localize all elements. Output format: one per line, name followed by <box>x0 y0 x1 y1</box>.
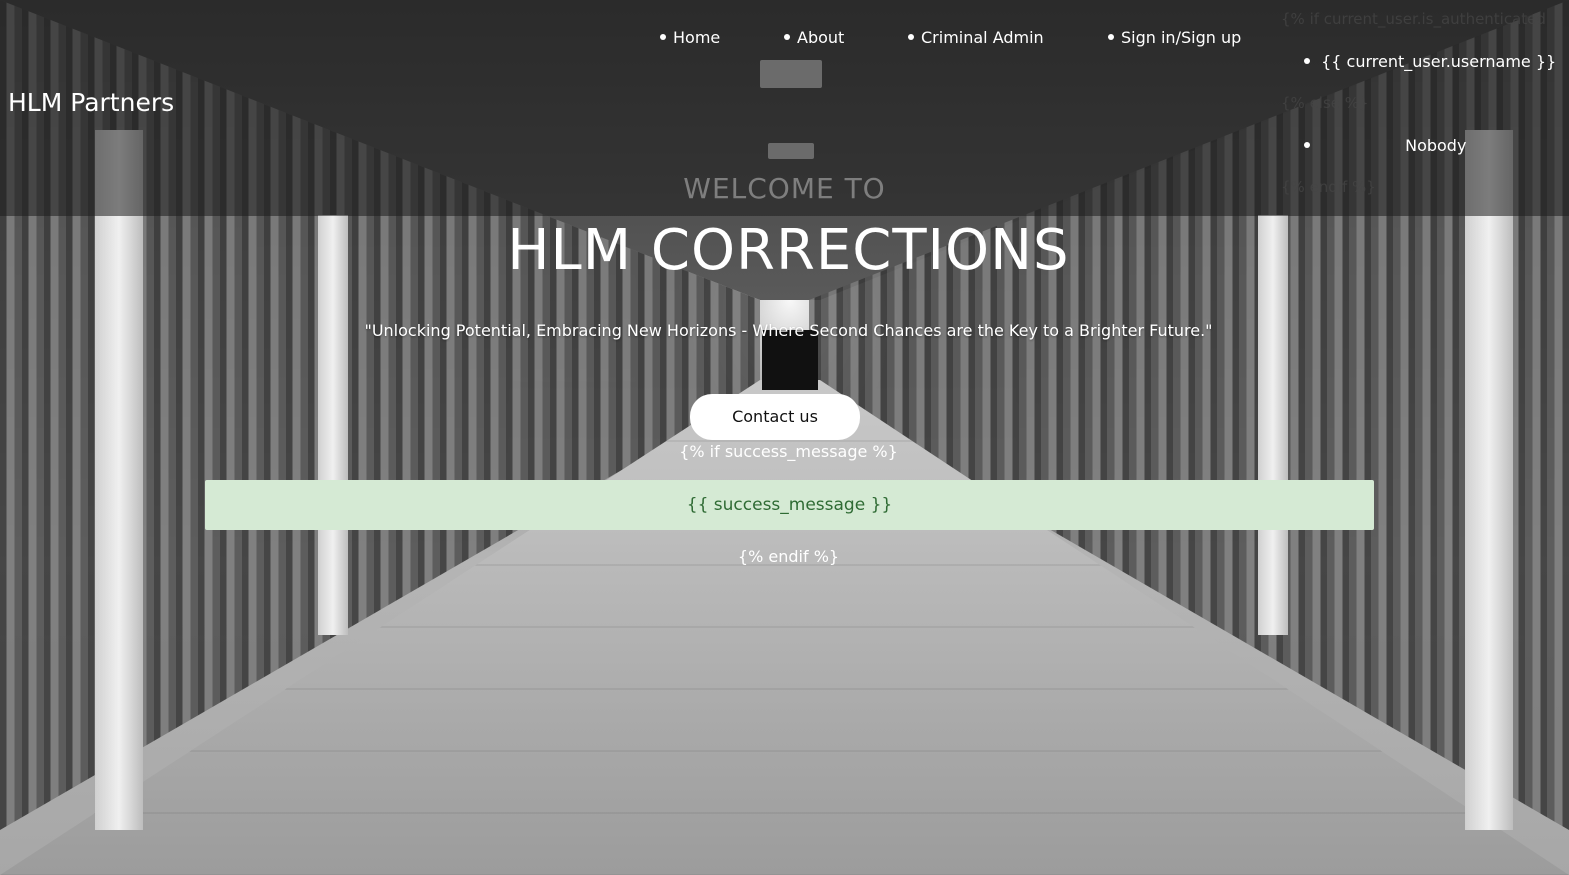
current-username[interactable]: {{ current_user.username }} <box>1304 52 1556 71</box>
nav-sign-in-label: Sign in/Sign up <box>1121 28 1242 47</box>
nobody-label: Nobody <box>1405 136 1467 155</box>
success-message-alert: {{ success_message }} <box>205 480 1374 530</box>
nav-about-label: About <box>797 28 845 47</box>
main-nav: Home About Criminal Admin Sign in/Sign u… <box>0 28 1569 52</box>
nav-criminal-admin-label: Criminal Admin <box>921 28 1044 47</box>
template-if-success: {% if success_message %} <box>679 442 898 461</box>
contact-us-button[interactable]: Contact us <box>690 394 860 440</box>
nav-about[interactable]: About <box>784 28 844 47</box>
bullet-icon <box>1304 57 1310 64</box>
nav-home[interactable]: Home <box>660 28 720 47</box>
bullet-icon <box>908 33 914 40</box>
brand-logo-text[interactable]: HLM Partners <box>8 88 174 117</box>
bullet-icon <box>1304 141 1310 148</box>
nav-sign-in[interactable]: Sign in/Sign up <box>1108 28 1241 47</box>
current-username-label: {{ current_user.username }} <box>1321 52 1557 71</box>
template-else: {% else %} <box>1281 94 1369 112</box>
bullet-icon <box>660 33 666 40</box>
template-if-authenticated: {% if current_user.is_authenticated <box>1281 10 1546 28</box>
hero-title: HLM CORRECTIONS <box>507 218 1070 283</box>
welcome-heading: WELCOME TO <box>683 172 886 205</box>
template-endif-success: {% endif %} <box>737 547 840 566</box>
bullet-icon <box>784 33 790 40</box>
hero-tagline: "Unlocking Potential, Embracing New Hori… <box>364 321 1213 340</box>
nav-home-label: Home <box>673 28 721 47</box>
bullet-icon <box>1108 33 1114 40</box>
nobody-user[interactable]: Nobody <box>1304 136 1466 155</box>
nav-criminal-admin[interactable]: Criminal Admin <box>908 28 1044 47</box>
